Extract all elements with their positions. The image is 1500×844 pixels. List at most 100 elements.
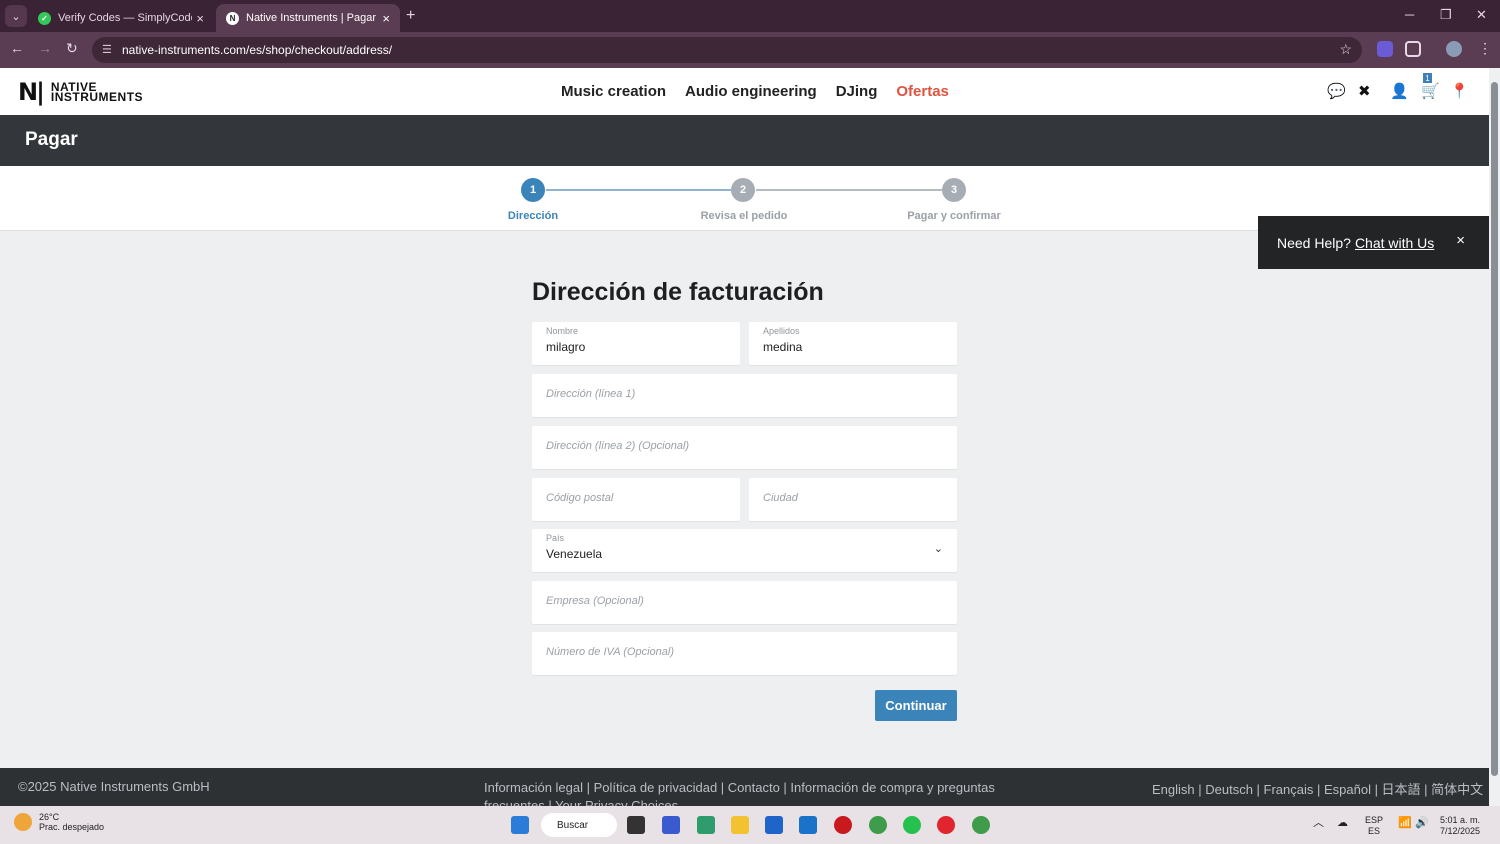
temperature: 26°C xyxy=(39,812,60,822)
page-title: Pagar xyxy=(25,129,78,150)
step-3-circle: 3 xyxy=(942,178,966,202)
field-label: Apellidos xyxy=(763,326,800,336)
continue-button[interactable]: Continuar xyxy=(875,690,957,721)
maximize-icon[interactable]: ❐ xyxy=(1440,7,1452,23)
windows-start-icon[interactable] xyxy=(511,816,529,834)
address-line1-field[interactable]: Dirección (línea 1) xyxy=(532,374,957,417)
nav-ofertas[interactable]: Ofertas xyxy=(896,83,949,100)
placeholder: Empresa (Opcional) xyxy=(546,595,644,607)
windows-taskbar: 26°C Prac. despejado Buscar ︿ ☁ ESP ES 📶… xyxy=(0,806,1500,844)
scrollbar-thumb[interactable] xyxy=(1491,82,1498,776)
address-bar[interactable]: ☰ native-instruments.com/es/shop/checkou… xyxy=(92,37,1362,63)
forward-icon[interactable]: → xyxy=(38,40,52,56)
browser-menu-icon[interactable]: ⋮ xyxy=(1478,40,1492,57)
opera-icon[interactable] xyxy=(937,816,955,834)
store-icon[interactable] xyxy=(765,816,783,834)
nav-music-creation[interactable]: Music creation xyxy=(561,83,666,100)
reload-icon[interactable]: ↻ xyxy=(66,40,78,57)
browser-tab-simplycodes[interactable]: ✓ Verify Codes — SimplyCodes × xyxy=(28,4,214,32)
logo-text: NATIVE INSTRUMENTS xyxy=(51,81,143,103)
taskbar-search[interactable]: Buscar xyxy=(541,813,617,837)
chevron-down-icon: ⌄ xyxy=(933,543,943,555)
bookmark-star-icon[interactable]: ☆ xyxy=(1339,41,1352,58)
close-tab-icon[interactable]: × xyxy=(382,11,390,26)
profile-avatar-icon[interactable] xyxy=(1446,41,1462,57)
site-header: N| NATIVE INSTRUMENTS Music creation Aud… xyxy=(0,68,1489,115)
input-language[interactable]: ESP ES xyxy=(1365,815,1383,837)
vat-number-field[interactable]: Número de IVA (Opcional) xyxy=(532,632,957,675)
postal-code-field[interactable]: Código postal xyxy=(532,478,740,521)
help-chat-popup: Need Help? Chat with Us × xyxy=(1258,216,1489,269)
step-2-circle: 2 xyxy=(731,178,755,202)
site-info-icon[interactable]: ☰ xyxy=(102,43,112,56)
location-flag-icon[interactable]: 📍 xyxy=(1450,82,1469,100)
new-tab-icon[interactable]: + xyxy=(406,7,415,25)
tools-icon[interactable]: ✖ xyxy=(1358,82,1371,100)
task-view-icon[interactable] xyxy=(627,816,645,834)
form-title: Dirección de facturación xyxy=(532,278,824,306)
language-links[interactable]: English | Deutsch | Français | Español |… xyxy=(1152,779,1483,798)
field-label: Nombre xyxy=(546,326,579,336)
page-title-bar: Pagar xyxy=(0,115,1489,166)
first-name-field[interactable]: Nombre milagro xyxy=(532,322,740,365)
cloud-icon[interactable]: ☁ xyxy=(1337,818,1348,829)
address-line2-field[interactable]: Dirección (línea 2) (Opcional) xyxy=(532,426,957,469)
weather-text: 26°C Prac. despejado xyxy=(39,812,104,832)
native-instruments-logo[interactable]: N| NATIVE INSTRUMENTS xyxy=(18,78,143,106)
country-select[interactable]: País Venezuela ⌄ xyxy=(532,529,957,572)
cart-count-badge: 1 xyxy=(1423,73,1432,83)
cart-icon[interactable]: 🛒 xyxy=(1421,82,1440,100)
chat-with-us-link[interactable]: Chat with Us xyxy=(1355,235,1434,251)
field-value: milagro xyxy=(546,340,586,354)
browser-tab-native-instruments[interactable]: N Native Instruments | Pagar × xyxy=(216,4,400,32)
step-connector xyxy=(546,189,731,191)
date: 7/12/2025 xyxy=(1440,826,1481,836)
tab-title: Native Instruments | Pagar xyxy=(246,12,377,24)
app-icon[interactable] xyxy=(662,816,680,834)
tab-search-button[interactable]: ⌄ xyxy=(5,5,27,27)
extension-icon[interactable] xyxy=(1377,41,1393,57)
weather-widget[interactable]: 26°C Prac. despejado xyxy=(14,812,104,832)
page-scrollbar[interactable] xyxy=(1489,68,1500,806)
app-icon[interactable] xyxy=(697,816,715,834)
extensions-puzzle-icon[interactable] xyxy=(1405,41,1421,57)
last-name-field[interactable]: Apellidos medina xyxy=(749,322,957,365)
minimize-icon[interactable]: ─ xyxy=(1405,7,1414,22)
placeholder: Código postal xyxy=(546,492,614,504)
logo-mark: N| xyxy=(18,78,45,106)
lang-region: ES xyxy=(1368,826,1381,836)
company-field[interactable]: Empresa (Opcional) xyxy=(532,581,957,624)
step-2-label: Revisa el pedido xyxy=(700,210,788,222)
close-icon[interactable]: × xyxy=(1456,232,1465,249)
close-window-icon[interactable]: ✕ xyxy=(1476,7,1487,23)
search-label: Buscar xyxy=(557,819,589,831)
chat-icon[interactable]: 💬 xyxy=(1327,82,1346,100)
step-connector xyxy=(756,189,942,191)
chrome-icon[interactable] xyxy=(869,816,887,834)
weather-sun-icon xyxy=(14,813,32,831)
whatsapp-icon[interactable] xyxy=(903,816,921,834)
step-3-label: Pagar y confirmar xyxy=(907,210,1001,222)
chevron-up-icon[interactable]: ︿ xyxy=(1313,818,1324,829)
site-footer: ©2025 Native Instruments GmbH Informació… xyxy=(0,768,1489,806)
back-icon[interactable]: ← xyxy=(10,40,24,56)
lang-code: ESP xyxy=(1365,815,1384,825)
placeholder: Dirección (línea 1) xyxy=(546,388,636,400)
field-value: Venezuela xyxy=(546,547,603,561)
footer-links[interactable]: Información legal | Política de privacid… xyxy=(484,779,1012,806)
clock[interactable]: 5:01 a. m. 7/12/2025 xyxy=(1440,815,1480,837)
close-tab-icon[interactable]: × xyxy=(196,11,204,26)
volume-icon[interactable]: 🔊 xyxy=(1415,818,1429,829)
city-field[interactable]: Ciudad xyxy=(749,478,957,521)
field-value: medina xyxy=(763,340,803,354)
outlook-icon[interactable] xyxy=(799,816,817,834)
step-1-circle[interactable]: 1 xyxy=(521,178,545,202)
nav-djing[interactable]: DJing xyxy=(836,83,878,100)
account-icon[interactable]: 👤 xyxy=(1390,82,1409,100)
nav-audio-engineering[interactable]: Audio engineering xyxy=(685,83,817,100)
app-icon[interactable] xyxy=(834,816,852,834)
wifi-icon[interactable]: 📶 xyxy=(1398,818,1412,829)
step-1-label[interactable]: Dirección xyxy=(453,210,613,222)
chrome-icon[interactable] xyxy=(972,816,990,834)
file-explorer-icon[interactable] xyxy=(731,816,749,834)
